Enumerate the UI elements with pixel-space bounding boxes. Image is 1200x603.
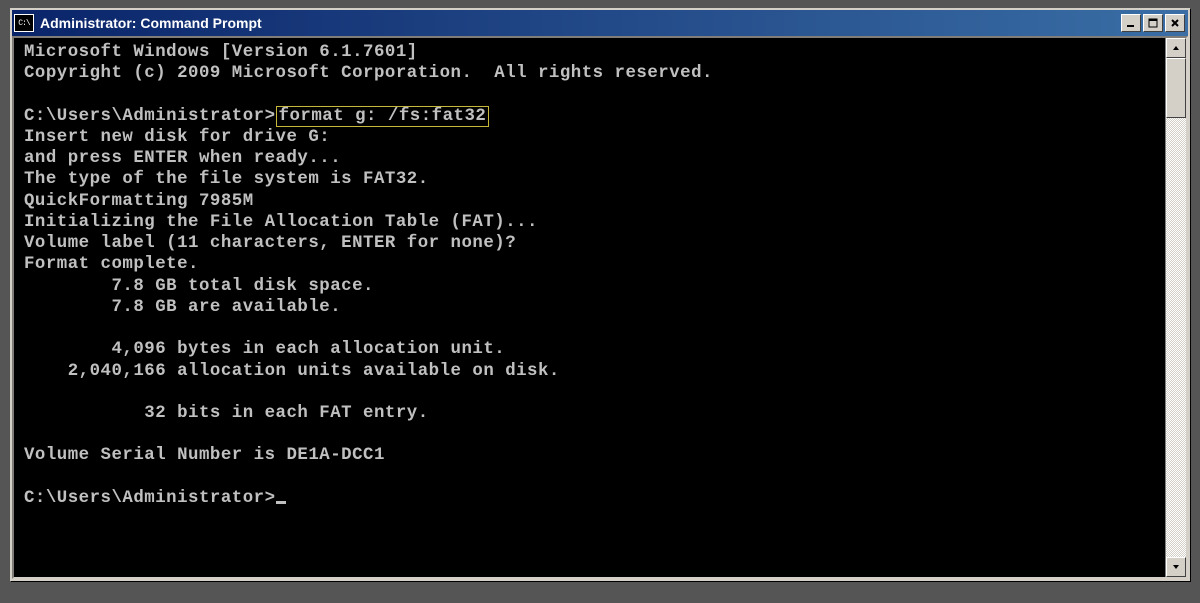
terminal-line: Format complete.: [24, 255, 199, 274]
terminal-line: Volume label (11 characters, ENTER for n…: [24, 234, 516, 253]
terminal-line: 7.8 GB are available.: [24, 298, 341, 317]
terminal-output[interactable]: Microsoft Windows [Version 6.1.7601] Cop…: [14, 38, 1165, 577]
highlighted-command: format g: /fs:fat32: [276, 106, 490, 127]
prompt-text: C:\Users\Administrator>: [24, 107, 276, 126]
close-button[interactable]: [1165, 14, 1185, 32]
terminal-line: The type of the file system is FAT32.: [24, 170, 429, 189]
maximize-button[interactable]: [1143, 14, 1163, 32]
window-title: Administrator: Command Prompt: [38, 15, 1121, 31]
terminal-line: Insert new disk for drive G:: [24, 128, 330, 147]
scroll-up-button[interactable]: [1166, 38, 1186, 58]
cursor-icon: [276, 501, 286, 504]
command-prompt-window: C:\ Administrator: Command Prompt Micros…: [10, 8, 1190, 581]
terminal-line: QuickFormatting 7985M: [24, 192, 254, 211]
terminal-line: 32 bits in each FAT entry.: [24, 404, 429, 423]
vertical-scrollbar[interactable]: [1165, 38, 1186, 577]
cmd-icon: C:\: [14, 14, 34, 32]
terminal-line: Initializing the File Allocation Table (…: [24, 213, 538, 232]
terminal-line: Microsoft Windows [Version 6.1.7601]: [24, 43, 418, 62]
scroll-thumb[interactable]: [1166, 58, 1186, 118]
terminal-line: Copyright (c) 2009 Microsoft Corporation…: [24, 64, 713, 83]
terminal-line: 7.8 GB total disk space.: [24, 277, 374, 296]
titlebar[interactable]: C:\ Administrator: Command Prompt: [12, 10, 1188, 36]
terminal-line: 2,040,166 allocation units available on …: [24, 362, 560, 381]
terminal-line: and press ENTER when ready...: [24, 149, 341, 168]
window-controls: [1121, 14, 1185, 32]
prompt-text: C:\Users\Administrator>: [24, 489, 276, 508]
client-area: Microsoft Windows [Version 6.1.7601] Cop…: [12, 36, 1188, 579]
minimize-button[interactable]: [1121, 14, 1141, 32]
scroll-down-button[interactable]: [1166, 557, 1186, 577]
scroll-track[interactable]: [1166, 58, 1186, 557]
terminal-line: Volume Serial Number is DE1A-DCC1: [24, 446, 385, 465]
terminal-line: 4,096 bytes in each allocation unit.: [24, 340, 505, 359]
